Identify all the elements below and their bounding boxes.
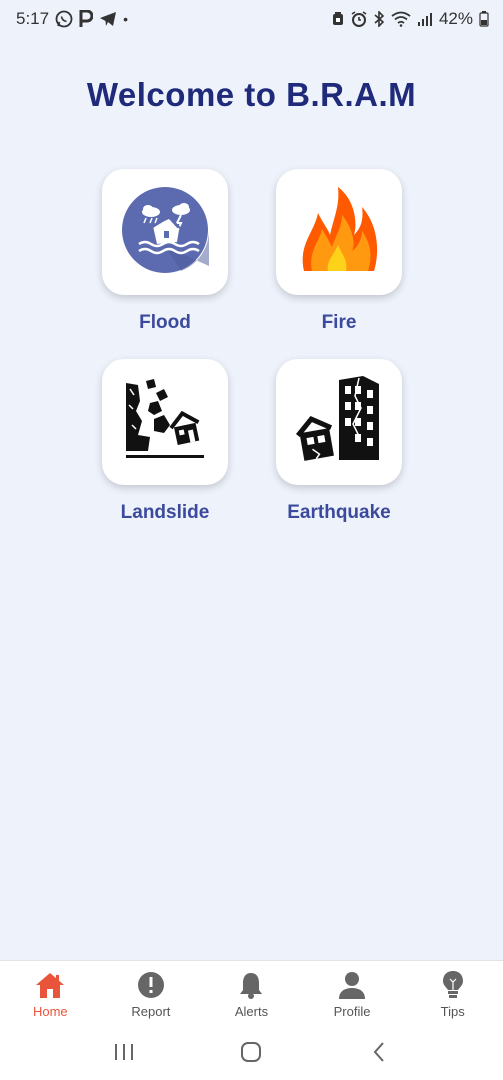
status-bar-right: 42% (331, 9, 489, 29)
status-bar-left: 5:17 • (16, 9, 128, 29)
system-nav-bar (0, 1028, 503, 1080)
lightbulb-icon (438, 970, 468, 1000)
status-bar: 5:17 • 42% (0, 0, 503, 38)
battery-percent: 42% (438, 9, 473, 28)
earthquake-icon (293, 374, 385, 471)
fire-tile[interactable] (276, 169, 402, 295)
nav-home[interactable]: Home (0, 961, 101, 1028)
nav-report-label: Report (131, 1004, 171, 1019)
nav-tips-label: Tips (440, 1004, 465, 1019)
nav-profile-label: Profile (333, 1004, 371, 1019)
clock-icon (351, 11, 367, 27)
flood-tile[interactable] (102, 169, 228, 295)
fire-icon (294, 185, 384, 280)
nav-alerts[interactable]: Alerts (201, 961, 302, 1028)
landslide-icon (120, 375, 210, 470)
fire-label[interactable]: Fire (254, 312, 424, 334)
telegram-icon (99, 11, 117, 27)
nav-alerts-label: Alerts (234, 1004, 269, 1019)
bluetooth-icon (373, 11, 385, 27)
bell-icon (236, 970, 266, 1000)
home-square-icon (240, 1041, 262, 1068)
landslide-label[interactable]: Landslide (80, 502, 250, 524)
back-button[interactable] (359, 1034, 399, 1074)
person-icon (337, 970, 367, 1000)
recent-apps-button[interactable] (104, 1034, 144, 1074)
bottom-nav: Home Report Alerts Profile Tips (0, 960, 503, 1028)
nav-profile[interactable]: Profile (302, 961, 403, 1028)
earthquake-label[interactable]: Earthquake (254, 502, 424, 524)
landslide-tile[interactable] (102, 359, 228, 485)
home-icon (35, 970, 65, 1000)
page-title: Welcome to B.R.A.M (86, 76, 417, 113)
nav-report[interactable]: Report (101, 961, 202, 1028)
notification-dot: • (123, 11, 128, 27)
recent-apps-icon (113, 1042, 135, 1067)
nav-tips[interactable]: Tips (402, 961, 503, 1028)
signal-icon (417, 11, 433, 27)
earthquake-tile[interactable] (276, 359, 402, 485)
p-icon (79, 10, 94, 28)
flood-label[interactable]: Flood (80, 312, 250, 334)
wifi-icon (391, 11, 411, 27)
report-icon (136, 970, 166, 1000)
home-system-button[interactable] (231, 1034, 271, 1074)
nav-home-label: Home (32, 1004, 68, 1019)
alarm-icon (331, 11, 345, 27)
battery-icon (479, 11, 489, 27)
back-chevron-icon (371, 1041, 387, 1068)
whatsapp-icon (55, 10, 73, 28)
flood-icon (121, 186, 209, 279)
status-time: 5:17 (16, 9, 50, 28)
